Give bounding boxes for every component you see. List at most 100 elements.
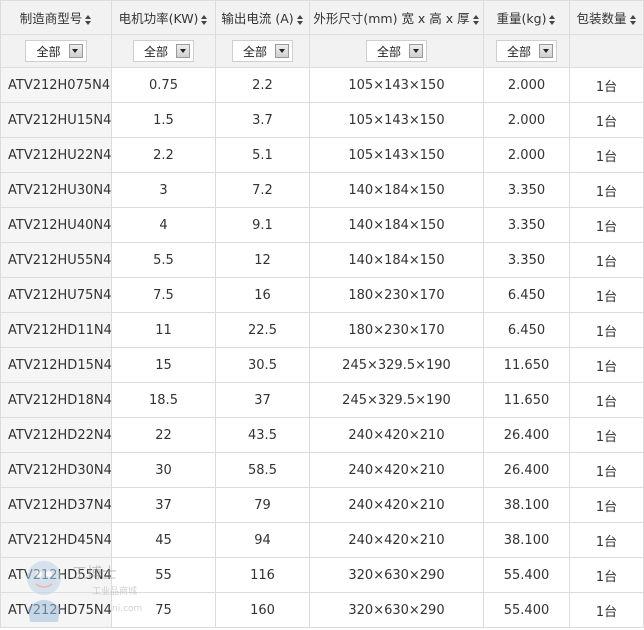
cell-dimensions: 105×143×150 (309, 102, 484, 138)
cell-power: 18.5 (111, 382, 216, 418)
cell-power: 30 (111, 452, 216, 488)
filter-select-dimensions[interactable]: 全部 (365, 40, 427, 62)
cell-weight: 2.000 (483, 102, 570, 138)
sort-icon[interactable] (472, 14, 480, 25)
filter-cell-model: 全部 (0, 34, 112, 68)
col-header-dimensions[interactable]: 外形尺寸(mm) 宽 x 高 x 厚 (309, 0, 484, 35)
cell-weight: 11.650 (483, 347, 570, 383)
filter-cell-weight: 全部 (483, 34, 570, 68)
cell-package: 1台 (569, 207, 644, 243)
cell-power: 22 (111, 417, 216, 453)
cell-weight: 38.100 (483, 522, 570, 558)
cell-current: 160 (215, 592, 310, 628)
table-row: ATV212HD11N4 11 22.5 180×230×170 6.450 1台 (0, 312, 644, 348)
col-header-power[interactable]: 电机功率(KW) (111, 0, 216, 35)
cell-package: 1台 (569, 172, 644, 208)
cell-model: ATV212HU30N4 (0, 172, 112, 208)
col-header-model[interactable]: 制造商型号 (0, 0, 112, 35)
filter-select-power[interactable]: 全部 (132, 40, 194, 62)
cell-dimensions: 245×329.5×190 (309, 382, 484, 418)
cell-current: 5.1 (215, 137, 310, 173)
cell-weight: 3.350 (483, 207, 570, 243)
chevron-down-icon[interactable] (539, 44, 553, 58)
cell-package: 1台 (569, 137, 644, 173)
filter-select-weight[interactable]: 全部 (495, 40, 557, 62)
cell-package: 1台 (569, 102, 644, 138)
cell-current: 79 (215, 487, 310, 523)
chevron-down-icon[interactable] (68, 44, 83, 58)
cell-weight: 3.350 (483, 172, 570, 208)
table-row: ATV212HD45N4 45 94 240×420×210 38.100 1台 (0, 522, 644, 558)
cell-power: 55 (111, 557, 216, 593)
cell-package: 1台 (569, 522, 644, 558)
cell-model: ATV212HU15N4 (0, 102, 112, 138)
sort-icon[interactable] (201, 14, 208, 25)
table-row: ATV212HD15N4 15 30.5 245×329.5×190 11.650 1台 (0, 347, 644, 383)
cell-dimensions: 105×143×150 (309, 67, 484, 103)
cell-package: 1台 (569, 557, 644, 593)
cell-power: 75 (111, 592, 216, 628)
cell-package: 1台 (569, 382, 644, 418)
cell-dimensions: 245×329.5×190 (309, 347, 484, 383)
cell-dimensions: 240×420×210 (309, 452, 484, 488)
cell-power: 4 (111, 207, 216, 243)
cell-weight: 3.350 (483, 242, 570, 278)
chevron-down-icon[interactable] (176, 44, 190, 58)
chevron-down-icon[interactable] (275, 44, 289, 58)
cell-power: 11 (111, 312, 216, 348)
cell-package: 1台 (569, 67, 644, 103)
cell-model: ATV212HD45N4 (0, 522, 112, 558)
cell-package: 1台 (569, 452, 644, 488)
cell-weight: 26.400 (483, 452, 570, 488)
cell-model: ATV212HD11N4 (0, 312, 112, 348)
filter-cell-power: 全部 (111, 34, 216, 68)
chevron-down-icon[interactable] (409, 44, 423, 58)
col-header-current[interactable]: 输出电流 (A) (215, 0, 310, 35)
header-row: 制造商型号 电机功率(KW) 输出电流 (A) 外形尺寸(mm) 宽 x 高 x… (0, 0, 644, 35)
sort-icon[interactable] (85, 14, 92, 25)
sort-icon[interactable] (549, 14, 556, 25)
sort-icon[interactable] (629, 14, 637, 25)
cell-model: ATV212HU22N4 (0, 137, 112, 173)
cell-dimensions: 140×184×150 (309, 242, 484, 278)
cell-package: 1台 (569, 592, 644, 628)
cell-current: 9.1 (215, 207, 310, 243)
cell-dimensions: 320×630×290 (309, 557, 484, 593)
cell-package: 1台 (569, 242, 644, 278)
filter-select-current[interactable]: 全部 (231, 40, 293, 62)
col-header-package[interactable]: 包装数量 (569, 0, 644, 35)
cell-current: 94 (215, 522, 310, 558)
cell-power: 3 (111, 172, 216, 208)
cell-dimensions: 105×143×150 (309, 137, 484, 173)
table-row: ATV212HD75N4 75 160 320×630×290 55.400 1台 (0, 592, 644, 628)
cell-model: ATV212HU40N4 (0, 207, 112, 243)
filter-cell-dimensions: 全部 (309, 34, 484, 68)
cell-model: ATV212HD30N4 (0, 452, 112, 488)
cell-current: 37 (215, 382, 310, 418)
cell-power: 0.75 (111, 67, 216, 103)
cell-model: ATV212H075N4 (0, 67, 112, 103)
cell-power: 5.5 (111, 242, 216, 278)
col-header-weight[interactable]: 重量(kg) (483, 0, 570, 35)
sort-icon[interactable] (296, 14, 304, 25)
cell-current: 12 (215, 242, 310, 278)
cell-power: 15 (111, 347, 216, 383)
cell-current: 43.5 (215, 417, 310, 453)
cell-weight: 38.100 (483, 487, 570, 523)
cell-current: 22.5 (215, 312, 310, 348)
cell-current: 7.2 (215, 172, 310, 208)
filter-cell-current: 全部 (215, 34, 310, 68)
table-row: ATV212HU30N4 3 7.2 140×184×150 3.350 1台 (0, 172, 644, 208)
table-row: ATV212HD30N4 30 58.5 240×420×210 26.400 1台 (0, 452, 644, 488)
table-body: ATV212H075N4 0.75 2.2 105×143×150 2.000 1台 ATV… (0, 67, 644, 628)
cell-current: 2.2 (215, 67, 310, 103)
cell-package: 1台 (569, 487, 644, 523)
cell-model: ATV212HD15N4 (0, 347, 112, 383)
filter-select-model[interactable]: 全部 (25, 40, 87, 62)
filter-cell-package (569, 34, 644, 68)
table-row: ATV212HU22N4 2.2 5.1 105×143×150 2.000 1台 (0, 137, 644, 173)
cell-weight: 26.400 (483, 417, 570, 453)
table-row: ATV212HU55N4 5.5 12 140×184×150 3.350 1台 (0, 242, 644, 278)
cell-dimensions: 140×184×150 (309, 207, 484, 243)
table-row: ATV212HU40N4 4 9.1 140×184×150 3.350 1台 (0, 207, 644, 243)
